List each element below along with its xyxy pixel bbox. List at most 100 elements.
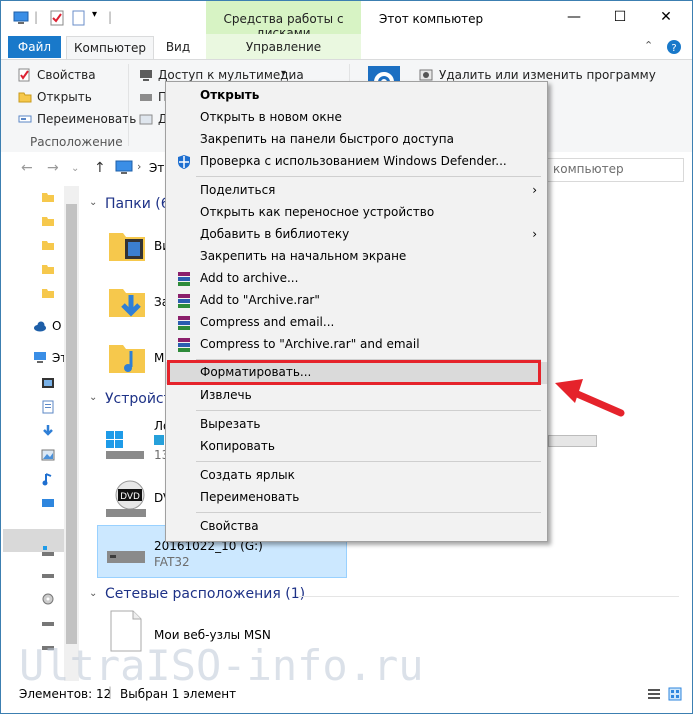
up-button[interactable]: ↑ [94, 160, 106, 176]
menu-compress-email-label: Compress and email... [200, 315, 335, 329]
explorer-window: | ▾ | Средства работы с дисками Этот ком… [0, 0, 693, 714]
menu-cut-label: Вырезать [200, 417, 261, 431]
recent-dropdown-icon[interactable]: ⌄ [71, 163, 79, 174]
usb-drive-icon[interactable] [105, 545, 147, 567]
menu-pin-start-label: Закрепить на начальном экране [200, 249, 407, 263]
quick-folder-icon[interactable] [41, 190, 55, 204]
tab-view[interactable]: Вид [159, 36, 197, 58]
nav-windows-drive-icon[interactable] [41, 544, 55, 558]
menu-eject[interactable]: Извлечь [166, 385, 547, 407]
qa-separator-2: | [108, 10, 113, 24]
devices-collapse-icon[interactable]: ⌄ [89, 392, 97, 403]
menu-share[interactable]: Поделиться › [166, 180, 547, 202]
devices-group-header[interactable]: Устройст [105, 391, 172, 407]
dvd-drive-icon[interactable]: DVD [104, 479, 148, 519]
menu-open[interactable]: Открыть [166, 85, 547, 107]
menu-add-library-label: Добавить в библиотеку [200, 227, 350, 241]
local-disk-icon[interactable] [104, 429, 146, 461]
onedrive-cloud-icon[interactable] [33, 319, 47, 333]
network-collapse-icon[interactable]: ⌄ [89, 588, 97, 599]
svg-text:?: ? [671, 43, 676, 54]
menu-rename[interactable]: Переименовать [166, 487, 547, 509]
menu-add-archive[interactable]: Add to archive... [166, 268, 547, 290]
breadcrumb-chevron-icon[interactable]: › [137, 160, 141, 173]
computer-icon[interactable] [13, 10, 29, 26]
menu-pin-start[interactable]: Закрепить на начальном экране [166, 246, 547, 268]
tab-file[interactable]: Файл [8, 36, 61, 58]
nav-pictures-icon[interactable] [41, 448, 55, 462]
nav-video-icon[interactable] [41, 376, 55, 390]
forward-button[interactable]: → [47, 160, 59, 176]
menu-add-library[interactable]: Добавить в библиотеку › [166, 224, 547, 246]
menu-eject-label: Извлечь [200, 388, 252, 402]
menu-compress-email[interactable]: Compress and email... [166, 312, 547, 334]
collapse-ribbon-icon[interactable]: ⌃ [644, 39, 653, 52]
network-group-header[interactable]: Сетевые расположения (1) [105, 586, 305, 602]
nav-scrollbar[interactable] [64, 186, 79, 681]
rename-icon [18, 115, 32, 123]
tab-computer[interactable]: Компьютер [66, 36, 154, 59]
menu-compress-rar-email[interactable]: Compress to "Archive.rar" and email [166, 334, 547, 356]
quick-folder-icon-3[interactable] [41, 238, 55, 252]
maximize-button[interactable]: ☐ [597, 1, 643, 34]
help-icon[interactable]: ? [666, 39, 682, 55]
red-arrow-icon [555, 379, 625, 417]
ribbon-uninstall-button[interactable]: Удалить или изменить программу [439, 68, 656, 82]
menu-pin-quick-access[interactable]: Закрепить на панели быстрого доступа [166, 129, 547, 151]
details-view-icon[interactable] [647, 687, 661, 701]
menu-defender-scan[interactable]: Проверка с использованием Windows Defend… [166, 151, 547, 173]
music-folder-icon[interactable] [107, 337, 147, 377]
minimize-button[interactable]: — [551, 1, 597, 34]
video-folder-icon[interactable] [107, 225, 147, 265]
close-button[interactable]: ✕ [643, 1, 689, 34]
disk-tools-context-tab: Средства работы с дисками [206, 1, 361, 40]
menu-add-archive-rar-label: Add to "Archive.rar" [200, 293, 320, 307]
menu-properties[interactable]: Свойства [166, 516, 547, 538]
menu-rename-label: Переименовать [200, 490, 300, 504]
menu-open-portable[interactable]: Открыть как переносное устройство [166, 202, 547, 224]
downloads-folder-icon[interactable] [107, 281, 147, 321]
ribbon-rename-button[interactable]: Переименовать [37, 112, 136, 126]
msn-label[interactable]: Мои веб-узлы MSN [154, 628, 271, 642]
tiles-view-icon[interactable] [668, 687, 682, 701]
usb-drive-filesystem: FAT32 [154, 555, 190, 569]
submenu-arrow-icon: › [532, 183, 537, 197]
quick-folder-icon-4[interactable] [41, 262, 55, 276]
open-folder-icon [18, 92, 32, 103]
properties-check-icon[interactable] [49, 10, 65, 26]
qa-dropdown-icon[interactable]: ▾ [92, 9, 97, 20]
menu-separator [196, 176, 541, 177]
nav-downloads-icon[interactable] [41, 424, 55, 438]
folders-collapse-icon[interactable]: ⌄ [89, 197, 97, 208]
nav-onedrive[interactable]: О [52, 319, 61, 333]
back-button[interactable]: ← [21, 160, 33, 176]
nav-drive-icon[interactable] [41, 568, 55, 582]
title-bar: | ▾ | Средства работы с дисками Этот ком… [1, 1, 692, 40]
menu-defender-scan-label: Проверка с использованием Windows Defend… [200, 154, 507, 168]
nav-scrollbar-thumb[interactable] [66, 204, 77, 644]
media-access-dropdown-icon[interactable]: ▾ [281, 68, 286, 79]
tab-manage[interactable]: Управление [206, 36, 361, 58]
nav-music-icon[interactable] [41, 472, 55, 486]
nav-dvd-icon[interactable] [41, 592, 55, 606]
folders-group-header[interactable]: Папки (6 [105, 196, 170, 212]
properties-icon [18, 68, 30, 82]
nav-documents-icon[interactable] [41, 400, 55, 414]
menu-cut[interactable]: Вырезать [166, 414, 547, 436]
quick-folder-icon-2[interactable] [41, 214, 55, 228]
folder-music-label[interactable]: М [154, 351, 164, 365]
breadcrumb[interactable]: Эт [149, 161, 164, 175]
quick-folder-icon-5[interactable] [41, 286, 55, 300]
search-input[interactable]: компьютер [542, 158, 684, 182]
menu-open-new-window[interactable]: Открыть в новом окне [166, 107, 547, 129]
menu-add-archive-rar[interactable]: Add to "Archive.rar" [166, 290, 547, 312]
nav-usb-drive-icon[interactable] [41, 616, 55, 630]
new-folder-icon[interactable] [71, 10, 87, 26]
ribbon-properties-button[interactable]: Свойства [37, 68, 96, 82]
ribbon-open-button[interactable]: Открыть [37, 90, 92, 104]
menu-open-label: Открыть [200, 88, 260, 102]
menu-copy[interactable]: Копировать [166, 436, 547, 458]
menu-add-archive-label: Add to archive... [200, 271, 299, 285]
menu-create-shortcut[interactable]: Создать ярлык [166, 465, 547, 487]
nav-desktop-icon[interactable] [41, 496, 55, 510]
